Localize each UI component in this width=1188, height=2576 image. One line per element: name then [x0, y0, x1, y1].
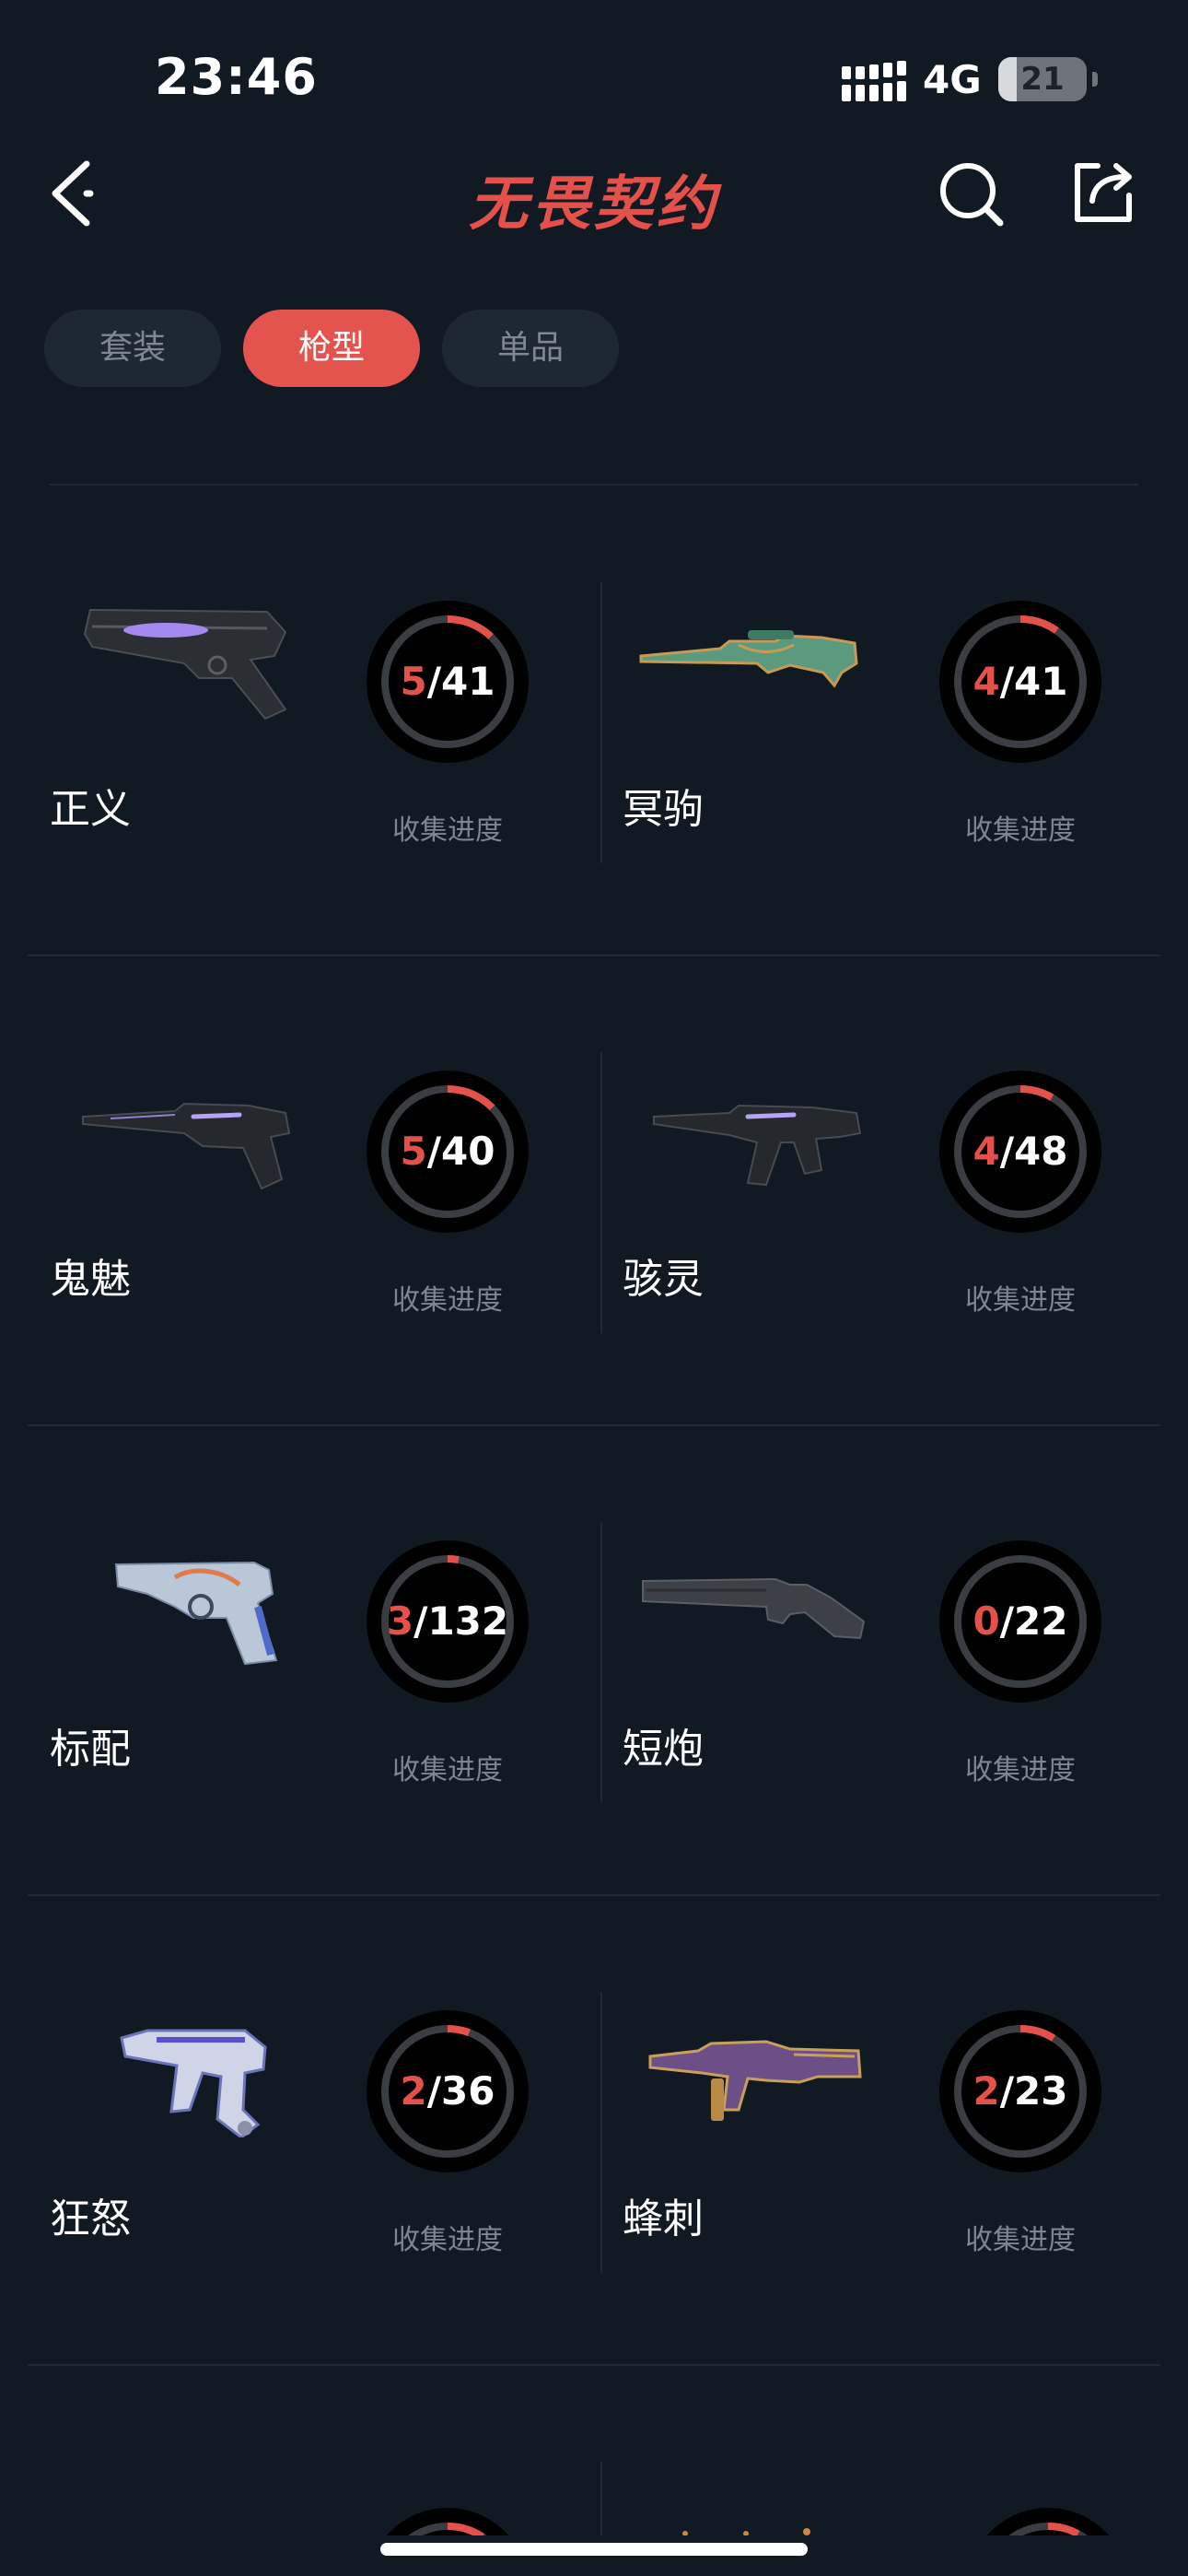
home-indicator[interactable]: [380, 2543, 808, 2556]
weapon-name: 狂怒: [50, 2195, 131, 2242]
weapon-card[interactable]: 鬼魅 5/40 收集进度: [0, 958, 571, 1428]
total-count: /48: [999, 1129, 1068, 1174]
collection-count: 2/23: [939, 2010, 1101, 2172]
weapon-row: 鬼魅 5/40 收集进度 骇灵 4/48 收集进度: [0, 958, 1188, 1428]
tab-weapon-types[interactable]: 枪型: [243, 310, 420, 387]
weapon-row-partial: [0, 2368, 1188, 2535]
collected-count: 3: [386, 1598, 414, 1644]
weapon-name: 鬼魅: [50, 1256, 131, 1303]
status-bar: 23:46 4G 21: [0, 0, 1188, 138]
weapon-row: 正义 5/41 收集进度 冥驹 4/41 收集进度: [0, 488, 1188, 958]
smg-icon: [653, 1104, 862, 1187]
collected-count: 2: [973, 2068, 1000, 2113]
collection-count: 0/22: [939, 1540, 1101, 1703]
row-divider: [28, 1894, 1160, 1896]
frenzy-pistol-icon: [120, 2029, 267, 2137]
progress-caption: 收集进度: [965, 1754, 1076, 1786]
progress-caption: 收集进度: [392, 1754, 503, 1786]
sniper-rifle-icon: [639, 630, 858, 688]
total-count: /41: [999, 659, 1068, 704]
weapon-name: 蜂刺: [623, 2195, 704, 2242]
section-divider: [50, 484, 1138, 486]
revolver-icon: [83, 608, 287, 720]
weapon-name: 短炮: [623, 1726, 704, 1773]
progress-caption: 收集进度: [392, 2224, 503, 2256]
weapon-name: 冥驹: [623, 786, 704, 833]
row-divider: [28, 2364, 1160, 2366]
total-count: /36: [426, 2068, 495, 2113]
total-count: /41: [426, 659, 495, 704]
weapon-image-partial: [682, 2528, 810, 2535]
signal-icon: [842, 61, 906, 101]
progress-caption: 收集进度: [392, 1284, 503, 1317]
weapon-card[interactable]: 短炮 0/22 收集进度: [573, 1428, 1144, 1898]
progress-caption: 收集进度: [965, 1284, 1076, 1317]
weapon-card[interactable]: 正义 5/41 收集进度: [0, 488, 571, 958]
pistol-icon: [82, 1102, 291, 1190]
collection-count: 5/41: [367, 601, 529, 763]
search-icon[interactable]: [938, 160, 1006, 228]
collection-progress-ring: [381, 2508, 514, 2535]
weapon-card[interactable]: 蜂刺 2/23 收集进度: [573, 1898, 1144, 2368]
collection-count: 5/40: [367, 1071, 529, 1233]
total-count: /132: [413, 1598, 509, 1644]
stinger-smg-icon: [648, 2040, 862, 2121]
weapon-name: 正义: [50, 786, 131, 833]
progress-caption: 收集进度: [965, 2224, 1076, 2256]
collected-count: 5: [400, 1129, 427, 1174]
progress-caption: 收集进度: [965, 814, 1076, 847]
app-logo-title: 无畏契约: [469, 170, 719, 239]
collection-count: 4/41: [939, 601, 1101, 763]
total-count: /22: [999, 1598, 1068, 1644]
nav-bar: 无畏契约: [0, 138, 1188, 249]
weapon-card[interactable]: 冥驹 4/41 收集进度: [573, 488, 1144, 958]
collection-count: 3/132: [367, 1540, 529, 1703]
column-divider: [600, 2462, 602, 2535]
collection-count: 4/48: [939, 1071, 1101, 1233]
weapon-name: 标配: [50, 1726, 131, 1773]
battery-percent: 21: [1020, 61, 1065, 98]
share-icon[interactable]: [1068, 158, 1138, 228]
collection-count: 2/36: [367, 2010, 529, 2172]
row-divider: [28, 1424, 1160, 1426]
status-time: 23:46: [155, 48, 318, 106]
collected-count: 0: [973, 1598, 1000, 1644]
tab-items[interactable]: 单品: [442, 310, 619, 387]
collected-count: 5: [400, 659, 427, 704]
tab-bundles[interactable]: 套装: [44, 310, 221, 387]
battery-nub: [1092, 72, 1098, 87]
weapon-name: 骇灵: [623, 1256, 704, 1303]
total-count: /23: [999, 2068, 1068, 2113]
progress-caption: 收集进度: [392, 814, 503, 847]
collected-count: 4: [973, 1129, 1000, 1174]
classic-pistol-icon: [114, 1561, 278, 1666]
collected-count: 4: [973, 659, 1000, 704]
shotgun-icon: [642, 1577, 866, 1640]
weapon-row: 狂怒 2/36 收集进度 蜂刺 2/23 收集进度: [0, 1898, 1188, 2368]
battery-icon: 21: [998, 57, 1098, 101]
weapon-card[interactable]: 狂怒 2/36 收集进度: [0, 1898, 571, 2368]
total-count: /40: [426, 1129, 495, 1174]
weapon-card[interactable]: 标配 3/132 收集进度: [0, 1428, 571, 1898]
collection-progress-ring: [982, 2508, 1114, 2535]
collected-count: 2: [400, 2068, 427, 2113]
row-divider: [28, 954, 1160, 956]
weapon-card[interactable]: 骇灵 4/48 收集进度: [573, 958, 1144, 1428]
weapon-row: 标配 3/132 收集进度 短炮 0/22 收集进度: [0, 1428, 1188, 1898]
network-type: 4G: [923, 57, 982, 102]
